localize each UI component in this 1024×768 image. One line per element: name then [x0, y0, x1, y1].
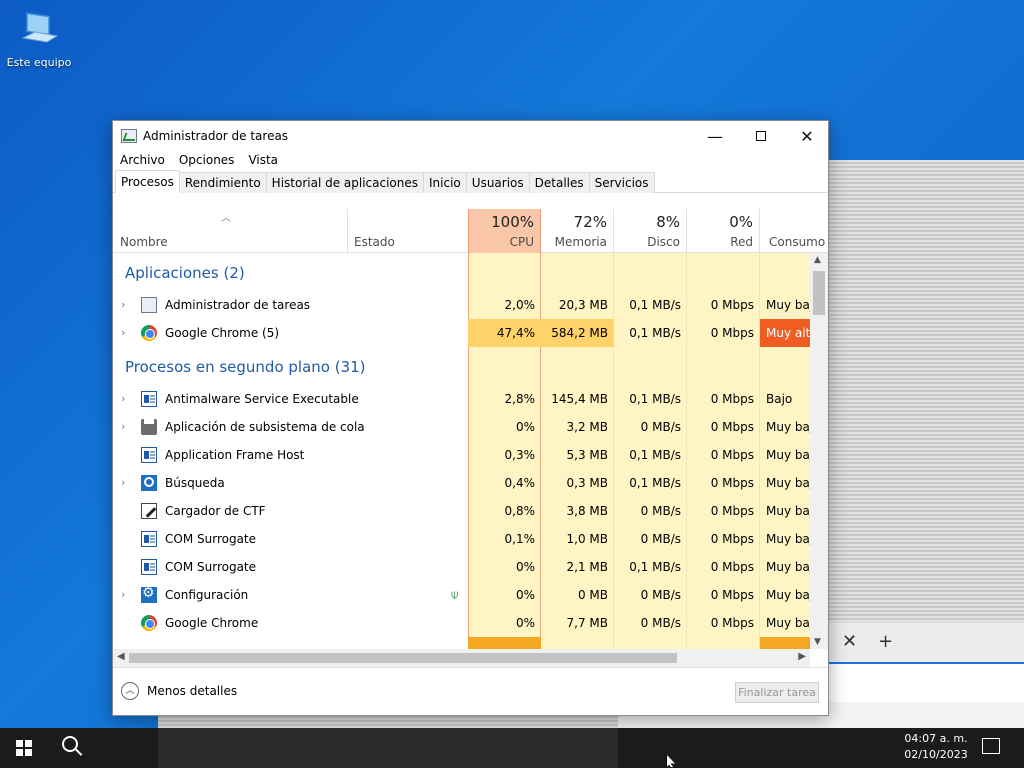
- menu-vista[interactable]: Vista: [247, 151, 285, 171]
- chevron-right-icon[interactable]: ›: [121, 291, 125, 319]
- tab-servicios[interactable]: Servicios: [588, 172, 655, 193]
- start-button[interactable]: [0, 728, 48, 768]
- menu-bar: Archivo Opciones Vista: [113, 151, 828, 171]
- tab-detalles[interactable]: Detalles: [528, 172, 590, 193]
- menu-opciones[interactable]: Opciones: [178, 151, 242, 171]
- group-header-aplicaciones[interactable]: Aplicaciones (2): [125, 257, 245, 289]
- tab-historial[interactable]: Historial de aplicaciones: [265, 172, 425, 193]
- group-header-segundo-plano[interactable]: Procesos en segundo plano (31): [125, 351, 366, 383]
- sort-up-icon: ︿: [221, 213, 231, 224]
- column-header-memoria[interactable]: 72% Memoria: [541, 209, 614, 253]
- vertical-scrollbar[interactable]: ▲ ▼: [810, 253, 828, 649]
- chevron-right-icon[interactable]: ›: [121, 319, 125, 347]
- computer-icon: [17, 8, 61, 52]
- tab-inicio[interactable]: Inicio: [423, 172, 467, 193]
- footer-bar: ︿ Menos detalles Finalizar tarea: [113, 667, 828, 715]
- gear-icon: [141, 585, 157, 603]
- process-table: ︿ Nombre Estado 100% CPU 72% Memoria 8% …: [113, 209, 828, 667]
- window-icon: [141, 559, 157, 575]
- column-header-red[interactable]: 0% Red: [687, 209, 760, 253]
- task-manager-icon: [141, 297, 157, 313]
- window-icon: [141, 531, 157, 547]
- tab-rendimiento[interactable]: Rendimiento: [178, 172, 267, 193]
- end-task-button[interactable]: Finalizar tarea: [735, 682, 819, 703]
- table-row[interactable]: Cargador de CTF 0,8% 3,8 MB 0 MB/s 0 Mbp…: [113, 497, 810, 525]
- desktop-icon-este-equipo[interactable]: Este equipo: [4, 8, 74, 69]
- menu-archivo[interactable]: Archivo: [119, 151, 172, 171]
- window-title: Administrador de tareas: [143, 129, 289, 143]
- minimize-button[interactable]: —: [692, 121, 738, 151]
- table-row[interactable]: › Administrador de tareas 2,0% 20,3 MB 0…: [113, 291, 810, 319]
- windows-logo-icon: [16, 740, 32, 756]
- table-row[interactable]: Google Chrome 0% 7,7 MB 0 MB/s 0 Mbps Mu…: [113, 609, 810, 637]
- table-body: Aplicaciones (2) › Administrador de tare…: [113, 253, 828, 649]
- printer-icon: [141, 419, 157, 435]
- taskbar: 04:07 a. m. 02/10/2023: [0, 728, 1024, 768]
- table-row-partial[interactable]: [113, 637, 810, 649]
- pen-icon: [141, 503, 157, 519]
- system-clock[interactable]: 04:07 a. m. 02/10/2023: [896, 731, 976, 763]
- horizontal-scrollbar[interactable]: ◀ ▶: [113, 649, 810, 667]
- table-row[interactable]: COM Surrogate 0% 2,1 MB 0,1 MB/s 0 Mbps …: [113, 553, 810, 581]
- search-icon: [141, 475, 157, 491]
- tab-usuarios[interactable]: Usuarios: [465, 172, 530, 193]
- close-button[interactable]: ✕: [784, 121, 830, 151]
- chevron-right-icon[interactable]: ›: [121, 385, 125, 413]
- window-icon: [141, 391, 157, 407]
- close-icon: ✕: [800, 126, 814, 146]
- column-header-cpu[interactable]: 100% CPU: [468, 209, 541, 253]
- background-address-bar[interactable]: [828, 662, 1024, 702]
- less-details-button[interactable]: ︿ Menos detalles: [121, 682, 237, 700]
- table-row[interactable]: › Aplicación de subsistema de cola 0% 3,…: [113, 413, 810, 441]
- scroll-thumb[interactable]: [129, 653, 677, 663]
- desktop-icon-label: Este equipo: [6, 56, 72, 69]
- new-tab-icon[interactable]: +: [878, 631, 893, 652]
- clock-date: 02/10/2023: [904, 748, 968, 761]
- scroll-down-icon[interactable]: ▼: [814, 637, 821, 647]
- table-row[interactable]: Application Frame Host 0,3% 5,3 MB 0,1 M…: [113, 441, 810, 469]
- notification-icon[interactable]: [982, 738, 1000, 754]
- chevron-right-icon[interactable]: ›: [121, 581, 125, 609]
- leaf-icon: ⍦: [451, 587, 459, 601]
- scroll-thumb[interactable]: [813, 271, 825, 315]
- table-row[interactable]: › Google Chrome (5) 47,4% 584,2 MB 0,1 M…: [113, 319, 810, 347]
- task-manager-window: Administrador de tareas — ✕ Archivo Opci…: [112, 120, 829, 716]
- column-header-nombre[interactable]: ︿ Nombre: [113, 209, 348, 253]
- column-header-disco[interactable]: 8% Disco: [614, 209, 687, 253]
- scroll-up-icon[interactable]: ▲: [814, 255, 821, 265]
- search-icon[interactable]: [60, 736, 84, 760]
- column-header-consumo[interactable]: Consumo d: [760, 209, 828, 253]
- tab-close-icon[interactable]: ✕: [842, 631, 857, 652]
- scroll-left-icon[interactable]: ◀: [117, 651, 125, 662]
- chevron-up-icon: ︿: [121, 682, 139, 700]
- table-row[interactable]: › Antimalware Service Executable 2,8% 14…: [113, 385, 810, 413]
- title-bar[interactable]: Administrador de tareas — ✕: [113, 121, 828, 151]
- table-row[interactable]: › Configuración ⍦ 0% 0 MB 0 MB/s 0 Mbps …: [113, 581, 810, 609]
- column-header-estado[interactable]: Estado: [348, 209, 468, 253]
- maximize-icon: [756, 131, 766, 141]
- table-row[interactable]: › Búsqueda 0,4% 0,3 MB 0,1 MB/s 0 Mbps M…: [113, 469, 810, 497]
- chrome-icon: [141, 615, 157, 631]
- table-row[interactable]: COM Surrogate 0,1% 1,0 MB 0 MB/s 0 Mbps …: [113, 525, 810, 553]
- chevron-right-icon[interactable]: ›: [121, 469, 125, 497]
- chevron-right-icon[interactable]: ›: [121, 413, 125, 441]
- table-header: ︿ Nombre Estado 100% CPU 72% Memoria 8% …: [113, 209, 828, 253]
- task-manager-icon: [121, 129, 137, 143]
- background-tabstrip: ✕ +: [828, 622, 1024, 662]
- maximize-button[interactable]: [738, 121, 784, 151]
- minimize-icon: —: [707, 126, 723, 146]
- chrome-icon: [141, 325, 157, 341]
- tab-bar: Procesos Rendimiento Historial de aplica…: [113, 170, 828, 193]
- clock-time: 04:07 a. m.: [904, 732, 968, 745]
- tab-procesos[interactable]: Procesos: [115, 170, 180, 193]
- scroll-right-icon[interactable]: ▶: [798, 651, 806, 662]
- window-icon: [141, 447, 157, 463]
